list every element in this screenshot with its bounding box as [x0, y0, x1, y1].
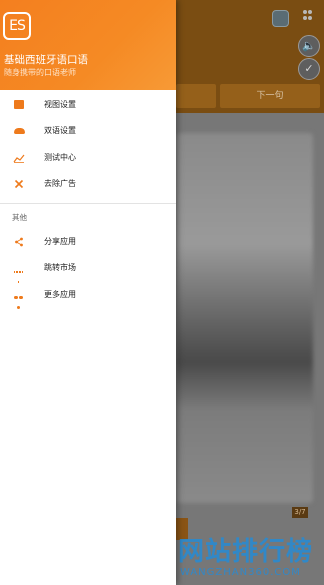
menu-item-share-app[interactable]: 分享应用 [0, 229, 176, 255]
menu-item-go-to-market[interactable]: 跳转市场 [0, 255, 176, 283]
app-square-icon[interactable] [272, 10, 289, 27]
section-label-other: 其他 [12, 213, 27, 222]
share-icon [13, 237, 25, 247]
chart-line-icon [13, 153, 25, 163]
watermark-domain: WANGZHAN360.COM [180, 567, 301, 578]
menu-item-label: 更多应用 [44, 290, 76, 299]
dotted-line-icon [13, 263, 25, 283]
app-logo-icon: ES [3, 12, 31, 40]
menu-item-label: 跳转市场 [44, 263, 76, 272]
menu-item-more-apps[interactable]: 更多应用 [0, 282, 176, 309]
navigation-drawer: ES 基础西班牙语口语 随身携带的口语老师 视图设置 双语设置 测试中心 去除广… [0, 0, 176, 585]
previous-button[interactable] [176, 84, 216, 108]
app-subtitle: 随身携带的口语老师 [4, 68, 76, 77]
drawer-header: ES 基础西班牙语口语 随身携带的口语老师 [0, 0, 176, 90]
next-sentence-button[interactable]: 下一句 [220, 84, 320, 108]
page-indicator: 3/7 [292, 507, 308, 518]
menu-item-label: 视图设置 [44, 100, 76, 109]
grid-menu-icon[interactable] [303, 10, 317, 24]
cloud-icon [13, 126, 25, 136]
app-title: 基础西班牙语口语 [4, 54, 88, 66]
menu-item-bilingual-settings[interactable]: 双语设置 [0, 118, 176, 144]
menu-item-remove-ads[interactable]: 去除广告 [0, 171, 176, 197]
divider [0, 203, 176, 204]
image-card [176, 133, 313, 503]
more-dots-icon [13, 290, 25, 309]
menu-item-label: 测试中心 [44, 153, 76, 162]
check-icon[interactable]: ✓ [298, 58, 320, 80]
menu-item-label: 去除广告 [44, 179, 76, 188]
menu-item-label: 双语设置 [44, 126, 76, 135]
menu-item-label: 分享应用 [44, 237, 76, 246]
square-icon [13, 100, 25, 110]
menu-item-test-center[interactable]: 测试中心 [0, 145, 176, 171]
volume-icon[interactable]: 🔈 [298, 35, 320, 57]
close-x-icon [13, 179, 25, 189]
watermark-title: 网站排行榜 [178, 537, 314, 567]
menu-item-view-settings[interactable]: 视图设置 [0, 92, 176, 118]
